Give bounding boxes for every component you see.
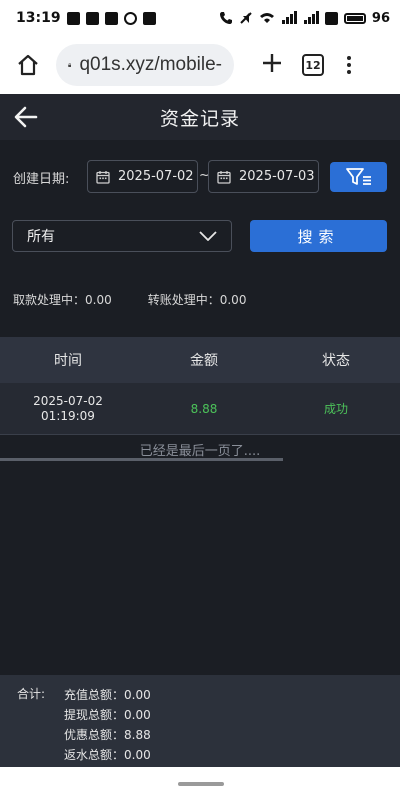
end-of-list-message: 已经是最后一页了.... <box>139 444 261 459</box>
more-menu-button[interactable] <box>344 56 354 74</box>
filter-button[interactable] <box>330 162 387 192</box>
screen: 13:19 96 q01s.xyz/mobile- 12 资金记录 创建日期: … <box>0 0 400 800</box>
status-time: 13:19 <box>16 10 61 26</box>
battery-icon <box>343 12 366 24</box>
type-select[interactable]: 所有 <box>12 220 232 252</box>
home-icon <box>18 54 38 76</box>
total-deposit: 充值总额：0.00 <box>64 688 151 702</box>
totals-lines: 充值总额：0.00 提现总额：0.00 优惠总额：8.88 返水总额：0.00 <box>64 685 151 765</box>
new-tab-button[interactable] <box>254 50 290 80</box>
total-bonus: 优惠总额：8.88 <box>64 728 151 742</box>
search-button[interactable]: 搜索 <box>250 220 387 252</box>
scroll-indicator <box>0 458 283 461</box>
url-text: q01s.xyz/mobile- <box>79 54 222 75</box>
date-filter-row: 创建日期: 2025-07-02 ~ 2025-07-03 <box>0 160 400 194</box>
total-withdraw: 提现总额：0.00 <box>64 708 151 722</box>
signal-icon <box>281 11 297 24</box>
column-header-time: 时间 <box>54 353 82 369</box>
column-header-amount: 金额 <box>190 353 218 369</box>
calendar-icon <box>217 170 231 184</box>
do-not-disturb-icon <box>123 11 137 25</box>
row-amount: 8.88 <box>190 401 218 416</box>
wifi-icon <box>259 13 274 23</box>
row-date: 2025-07-02 <box>33 393 103 408</box>
phone-icon <box>219 12 232 24</box>
table-header: 时间 金额 状态 <box>0 337 400 383</box>
start-date-field[interactable]: 2025-07-02 <box>87 160 198 193</box>
more-dot-icon <box>347 63 351 67</box>
notification-icon <box>66 11 80 25</box>
mail-icon <box>142 11 156 25</box>
withdraw-processing: 取款处理中：0.00 <box>13 293 112 307</box>
start-date-value: 2025-07-02 <box>118 169 194 184</box>
notification-icon <box>85 11 99 25</box>
page-title: 资金记录 <box>159 107 240 130</box>
type-select-value: 所有 <box>27 229 55 245</box>
app-header: 资金记录 <box>0 94 400 140</box>
total-rebate: 返水总额：0.00 <box>64 748 151 762</box>
browser-toolbar: q01s.xyz/mobile- 12 <box>0 36 400 94</box>
processing-summary: 取款处理中：0.00 转账处理中：0.00 <box>13 291 246 308</box>
totals-label: 合计: <box>17 687 46 701</box>
mute-icon <box>240 12 252 24</box>
more-dot-icon <box>347 56 351 60</box>
battery-level: 96 <box>371 10 390 26</box>
tab-switcher-button[interactable]: 12 <box>302 54 324 76</box>
hd-icon <box>324 11 338 25</box>
notification-icon <box>104 11 118 25</box>
row-time-cell: 2025-07-02 01:19:09 <box>0 394 136 424</box>
system-nav-bar <box>0 767 400 800</box>
status-bar: 13:19 96 <box>0 0 400 36</box>
more-dot-icon <box>347 70 351 74</box>
totals-panel: 合计: 充值总额：0.00 提现总额：0.00 优惠总额：8.88 返水总额：0… <box>0 675 400 767</box>
address-bar[interactable]: q01s.xyz/mobile- <box>56 44 234 86</box>
row-time: 01:19:09 <box>41 408 95 423</box>
column-header-status: 状态 <box>322 353 350 369</box>
date-label: 创建日期: <box>13 172 70 187</box>
back-arrow-icon[interactable] <box>14 106 38 128</box>
signal-icon <box>303 11 319 24</box>
home-button[interactable] <box>10 47 46 83</box>
row-status: 成功 <box>323 402 348 416</box>
table-row[interactable]: 2025-07-02 01:19:09 8.88 成功 <box>0 383 400 435</box>
transfer-processing: 转账处理中：0.00 <box>147 293 247 307</box>
chevron-down-icon <box>199 231 217 241</box>
end-date-field[interactable]: 2025-07-03 <box>208 160 319 193</box>
lock-icon <box>68 63 72 67</box>
calendar-icon <box>96 170 110 184</box>
end-date-value: 2025-07-03 <box>239 169 315 184</box>
filter-icon <box>345 168 371 185</box>
gesture-handle[interactable] <box>178 782 224 786</box>
plus-icon <box>263 54 281 72</box>
